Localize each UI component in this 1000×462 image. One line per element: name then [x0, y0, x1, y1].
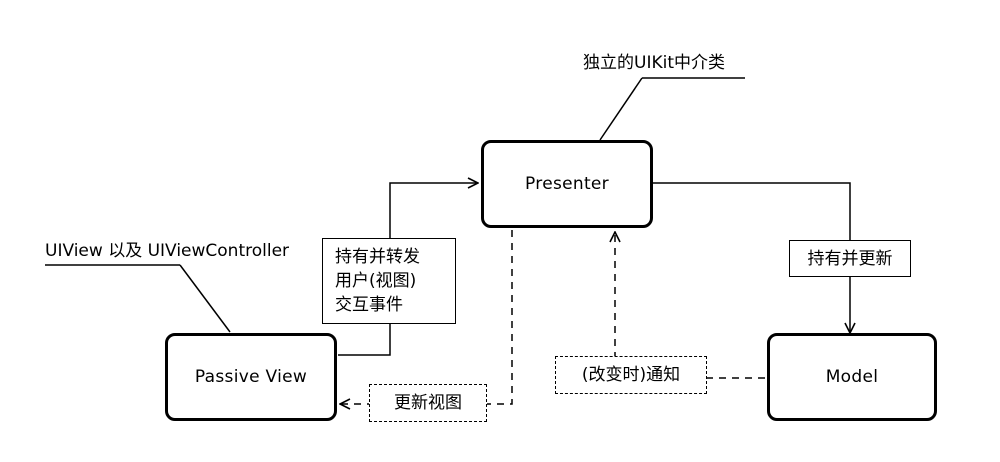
notify-change-text: (改变时)通知 [581, 365, 681, 385]
hold-update-label: 持有并更新 [789, 240, 911, 277]
forward-interaction-line-2: 用户(视图) [335, 271, 417, 291]
forward-interaction-line-3: 交互事件 [335, 295, 403, 315]
presenter-label: Presenter [525, 174, 609, 194]
presenter-note: 独立的UIKit中介类 [583, 53, 725, 73]
view-note-leader [179, 264, 231, 333]
update-view-label: 更新视图 [369, 384, 487, 422]
passive-view-node[interactable]: Passive View [165, 333, 337, 421]
forward-interaction-label: 持有并转发 用户(视图) 交互事件 [322, 238, 456, 324]
presenter-note-leader [599, 77, 643, 141]
forward-interaction-line-1: 持有并转发 [335, 247, 420, 267]
model-node[interactable]: Model [767, 333, 937, 421]
notify-change-label: (改变时)通知 [555, 356, 707, 394]
passive-view-label: Passive View [194, 367, 308, 387]
model-label: Model [825, 367, 879, 387]
update-view-text: 更新视图 [394, 393, 462, 413]
view-note: UIView 以及 UIViewController [45, 241, 290, 261]
hold-update-text: 持有并更新 [807, 248, 893, 269]
presenter-node[interactable]: Presenter [481, 140, 653, 228]
